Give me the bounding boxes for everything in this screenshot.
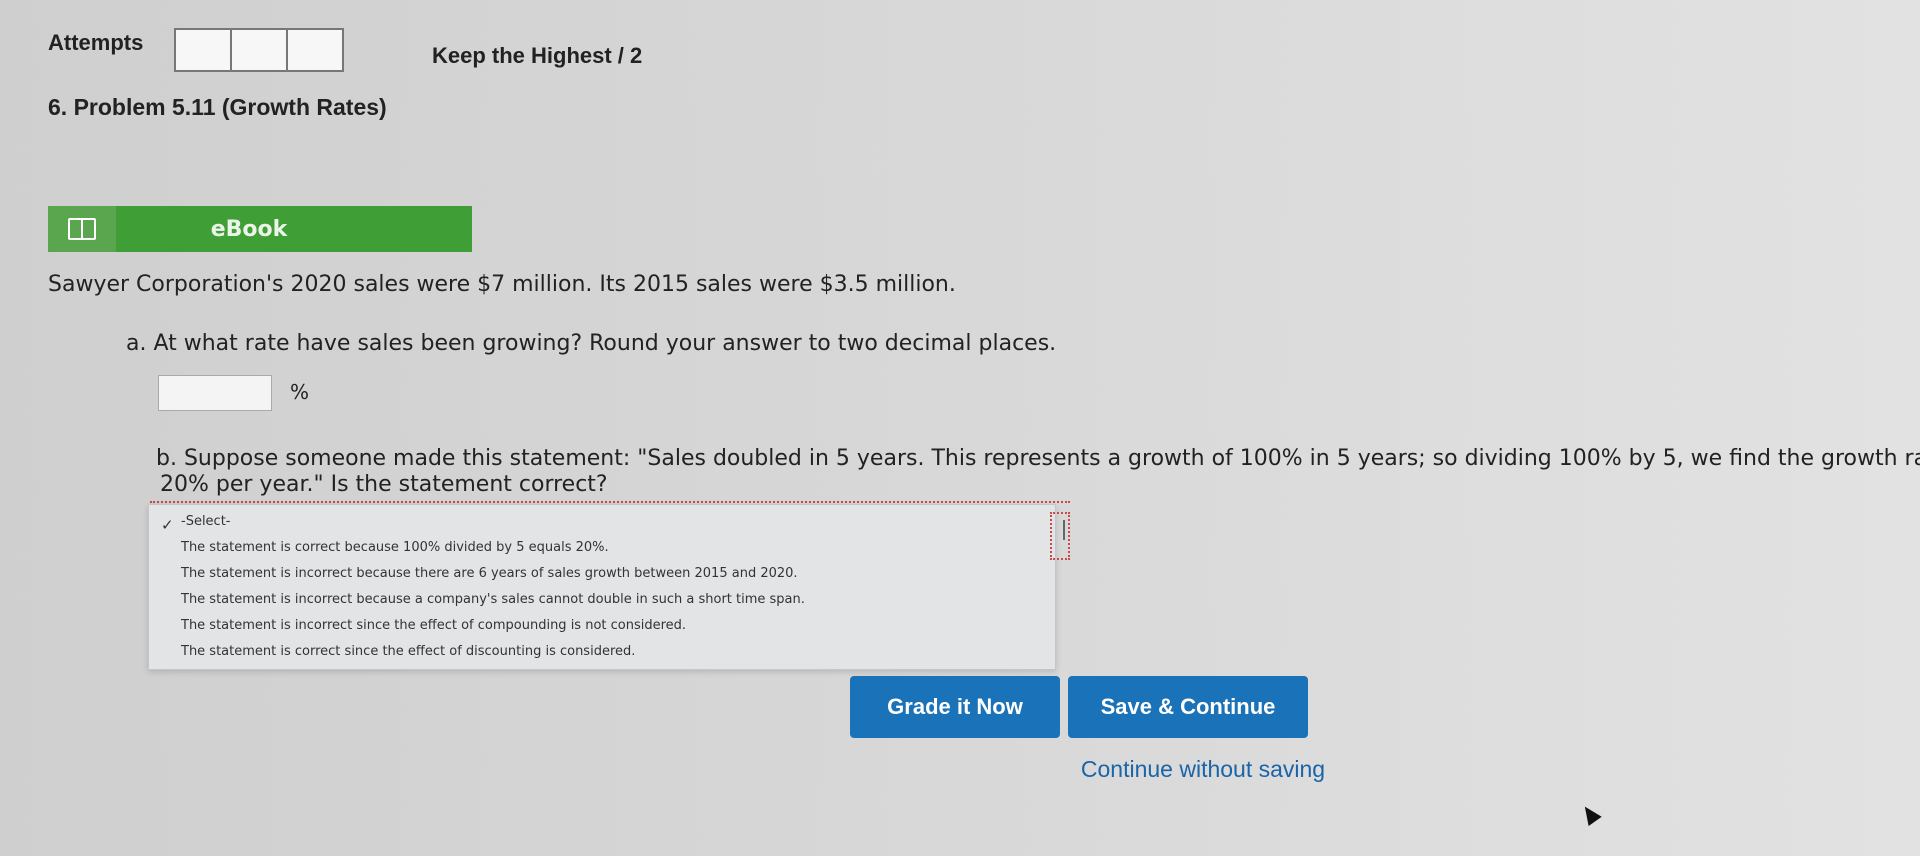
dropdown-option-select[interactable]: -Select- bbox=[181, 514, 231, 529]
keep-highest-label: Keep the Highest / 2 bbox=[432, 43, 643, 68]
scroll-thumb[interactable] bbox=[1063, 520, 1065, 540]
continue-without-saving-link[interactable]: Continue without saving bbox=[1068, 756, 1338, 783]
ebook-icon-cell bbox=[48, 206, 116, 252]
answer-b-dropdown[interactable]: ✓ -Select- The statement is correct beca… bbox=[148, 504, 1056, 670]
dropdown-option[interactable]: The statement is incorrect because there… bbox=[181, 566, 798, 581]
percent-unit: % bbox=[290, 380, 310, 404]
attempt-boxes bbox=[174, 28, 344, 72]
dropdown-option[interactable]: The statement is correct since the effec… bbox=[181, 644, 635, 659]
dropdown-option[interactable]: The statement is correct because 100% di… bbox=[181, 540, 609, 555]
question-b-line2: 20% per year." Is the statement correct? bbox=[160, 472, 608, 497]
checkmark-icon: ✓ bbox=[161, 516, 174, 534]
attempt-box bbox=[286, 28, 344, 72]
attempt-box bbox=[230, 28, 288, 72]
ebook-label-cell: eBook bbox=[116, 206, 472, 252]
question-a: a. At what rate have sales been growing?… bbox=[126, 331, 1057, 356]
book-icon bbox=[68, 218, 96, 240]
dropdown-focus-outline bbox=[150, 501, 1070, 503]
attempt-box bbox=[174, 28, 232, 72]
mouse-cursor-icon bbox=[1578, 802, 1602, 826]
attempts-label: Attempts bbox=[48, 30, 144, 55]
question-b-line1: b. Suppose someone made this statement: … bbox=[156, 446, 1920, 471]
save-and-continue-button[interactable]: Save & Continue bbox=[1068, 676, 1308, 738]
problem-statement: Sawyer Corporation's 2020 sales were $7 … bbox=[48, 272, 956, 297]
problem-title: 6. Problem 5.11 (Growth Rates) bbox=[48, 94, 387, 120]
ebook-button[interactable]: eBook bbox=[48, 206, 472, 252]
grade-it-now-button[interactable]: Grade it Now bbox=[850, 676, 1060, 738]
dropdown-option[interactable]: The statement is incorrect since the eff… bbox=[181, 618, 686, 633]
dropdown-scrollbar[interactable] bbox=[1050, 512, 1070, 560]
ebook-label: eBook bbox=[210, 216, 288, 242]
dropdown-option[interactable]: The statement is incorrect because a com… bbox=[181, 592, 805, 607]
answer-a-input[interactable] bbox=[158, 375, 272, 411]
